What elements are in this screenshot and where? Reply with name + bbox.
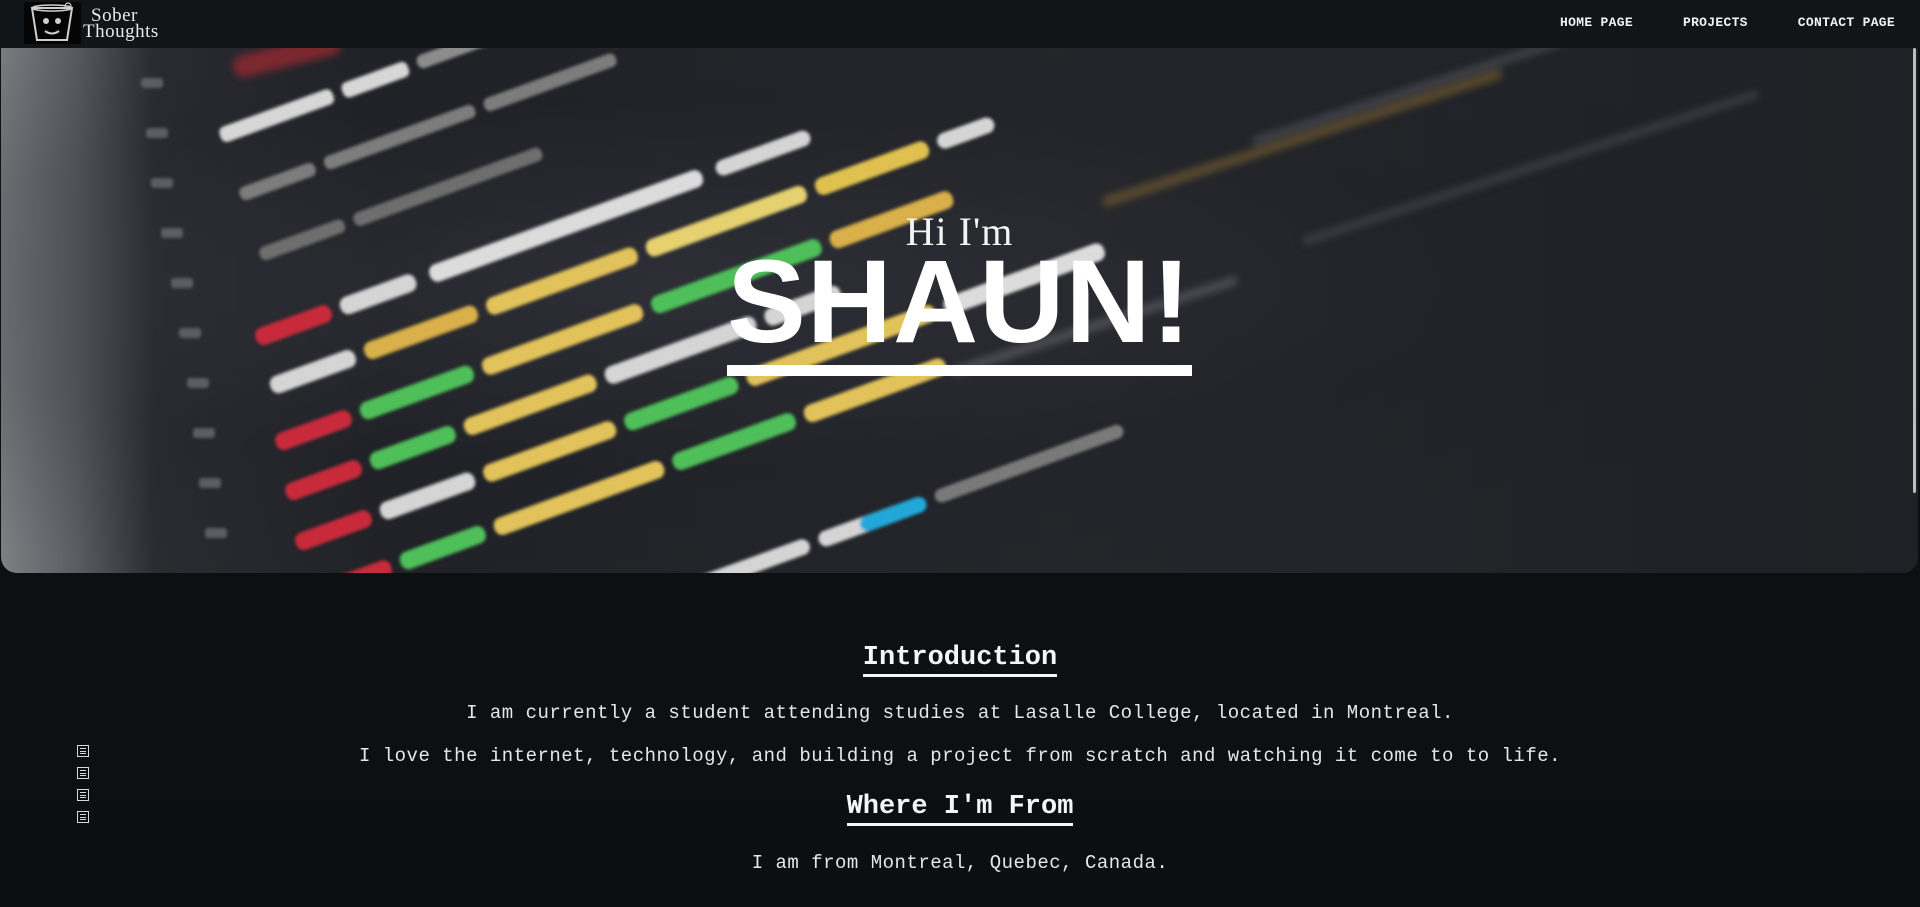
nav-contact-page[interactable]: CONTACT PAGE — [1798, 15, 1895, 30]
social-icons — [77, 745, 91, 833]
hero-banner: Hi I'm SHAUN! — [1, 48, 1918, 573]
intro-heading: Introduction — [862, 643, 1058, 677]
top-navbar: Sober Thoughts HOME PAGE PROJECTS CONTAC… — [0, 0, 1920, 48]
nav-links: HOME PAGE PROJECTS CONTACT PAGE — [1510, 15, 1895, 30]
nav-home-page[interactable]: HOME PAGE — [1560, 15, 1633, 30]
social-icon-4[interactable] — [77, 811, 89, 823]
nav-projects[interactable]: PROJECTS — [1683, 15, 1748, 30]
intro-line-2: I love the internet, technology, and bui… — [358, 745, 1562, 767]
social-icon-3[interactable] — [77, 789, 89, 801]
origin-heading-wrap: Where I'm From — [0, 792, 1920, 826]
social-icon-1[interactable] — [77, 745, 89, 757]
social-icon-2[interactable] — [77, 767, 89, 779]
origin-heading: Where I'm From — [846, 792, 1074, 826]
intro-heading-wrap: Introduction — [0, 643, 1920, 677]
scrollbar[interactable] — [1913, 48, 1916, 493]
brand-name-line2: Thoughts — [83, 21, 159, 42]
brand-name[interactable]: Sober Thoughts — [83, 6, 159, 42]
hero-title-wrap: SHAUN! — [1, 243, 1918, 376]
origin-line-1: I am from Montreal, Quebec, Canada. — [751, 852, 1169, 874]
brand[interactable]: Sober Thoughts — [24, 2, 159, 44]
glass-face-logo-icon[interactable] — [24, 2, 81, 44]
intro-line-1: I am currently a student attending studi… — [466, 702, 1454, 724]
hero-title: SHAUN! — [727, 243, 1192, 376]
page: Sober Thoughts HOME PAGE PROJECTS CONTAC… — [0, 0, 1920, 907]
